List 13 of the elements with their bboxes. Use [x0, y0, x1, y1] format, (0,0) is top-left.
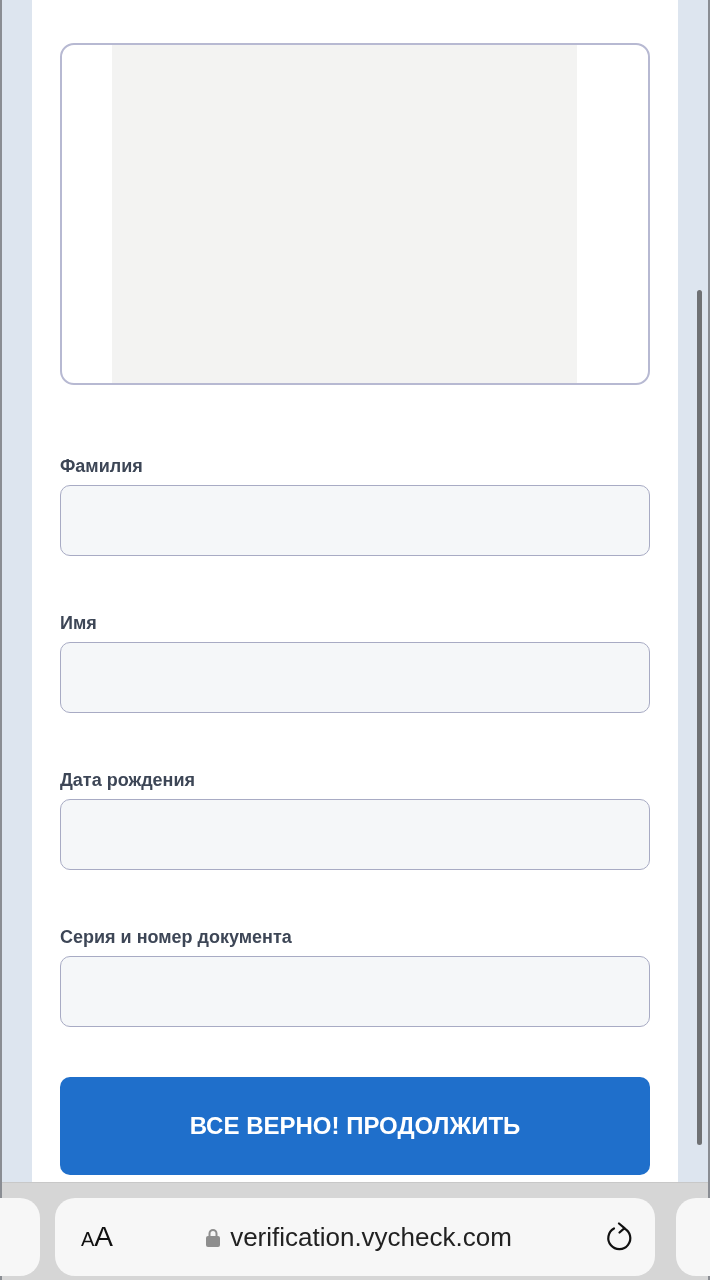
input-field[interactable]: [60, 799, 650, 870]
field-label: Имя: [60, 612, 98, 634]
field-label: Дата рождения: [60, 769, 197, 791]
url-text: verification.vycheck.com: [230, 1220, 512, 1254]
field-label: Фамилия: [60, 455, 144, 477]
input-field[interactable]: [60, 485, 650, 556]
address-bar[interactable]: AA verification.vycheck.com: [55, 1198, 655, 1276]
field-label: Серия и номер документа: [60, 926, 293, 948]
input-field[interactable]: [60, 642, 650, 713]
continue-button[interactable]: ВСЕ ВЕРНО! ПРОДОЛЖИТЬ: [60, 1077, 650, 1175]
text-size-button[interactable]: AA: [81, 1216, 114, 1258]
input-field[interactable]: [60, 956, 650, 1027]
reload-icon[interactable]: [605, 1222, 633, 1252]
